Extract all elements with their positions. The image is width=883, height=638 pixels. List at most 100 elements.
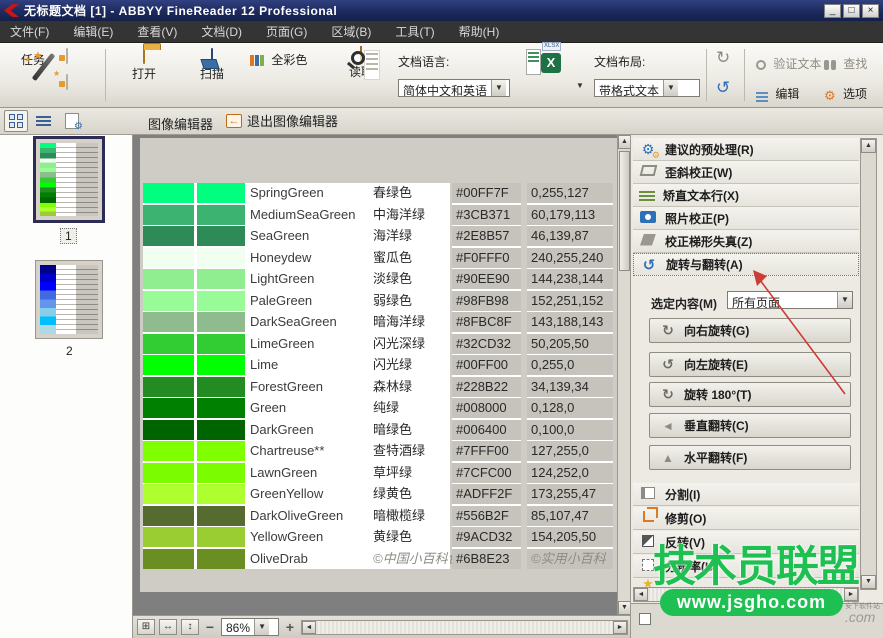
thumbnail-view-button[interactable]: [4, 110, 28, 132]
panel-item-preprocess[interactable]: ⚙建议的预处理(R): [633, 138, 859, 161]
task-button[interactable]: ★★★ 任务: [10, 49, 56, 68]
scroll-up-button[interactable]: ▲: [861, 139, 876, 153]
edit-button[interactable]: 编辑: [756, 85, 799, 102]
flip-horizontal-button[interactable]: ▲水平翻转(F): [649, 445, 851, 470]
menu-area[interactable]: 区域(B): [331, 23, 371, 40]
panel-vertical-scrollbar[interactable]: ▲ ▼: [860, 138, 877, 590]
camera-icon: [639, 211, 657, 226]
save-dropdown-button[interactable]: ▼: [576, 81, 584, 90]
maximize-button[interactable]: □: [843, 4, 860, 18]
find-button[interactable]: 查找: [824, 55, 867, 72]
detail-view-button[interactable]: [31, 110, 55, 132]
menu-page[interactable]: 页面(G): [266, 23, 307, 40]
color-swatch: [197, 226, 245, 246]
selection-value: 所有页面: [728, 292, 837, 308]
table-row: DarkOliveGreen暗橄榄绿#556B2F85,107,47: [140, 506, 617, 526]
menu-help[interactable]: 帮助(H): [459, 23, 500, 40]
zoom-in-button[interactable]: +: [283, 620, 297, 634]
color-rgb: 143,188,143: [527, 312, 613, 332]
selection-dropdown[interactable]: 所有页面 ▼: [727, 291, 853, 309]
menu-view[interactable]: 查看(V): [137, 23, 177, 40]
scan-button[interactable]: 扫描: [182, 49, 242, 82]
rotate-180-button[interactable]: ↻旋转 180°(T): [649, 382, 851, 407]
color-name-cn: ©中国小百科色: [373, 549, 461, 569]
fit-height-button[interactable]: ↕: [181, 619, 199, 635]
page-settings-button[interactable]: [60, 110, 84, 132]
full-color-label: 全彩色: [271, 53, 307, 67]
flip-vertical-button[interactable]: ◄ 垂直翻转(C): [649, 413, 851, 438]
button-label: 垂直翻转(C): [684, 417, 749, 434]
scroll-up-button[interactable]: ▲: [618, 135, 630, 149]
panel-checkbox[interactable]: [639, 613, 651, 625]
options-button[interactable]: ⚙ 选项: [824, 85, 867, 104]
exit-image-editor-button[interactable]: ← 退出图像编辑器: [226, 111, 338, 130]
page-thumbnail-2[interactable]: [35, 260, 103, 339]
panel-item-rotate-flip[interactable]: ↺旋转与翻转(A): [633, 253, 859, 276]
color-swatch: [143, 441, 194, 461]
edit-label: 编辑: [775, 87, 799, 101]
rotate-left-icon: ↺: [660, 356, 676, 373]
menu-file[interactable]: 文件(F): [10, 23, 49, 40]
color-swatch: [143, 355, 194, 375]
doc-layout-dropdown[interactable]: 带格式文本 ▼: [594, 79, 700, 97]
scroll-down-button[interactable]: ▼: [618, 601, 630, 615]
close-button[interactable]: ×: [862, 4, 879, 18]
pages-button[interactable]: [66, 75, 68, 89]
new-page-button[interactable]: [66, 49, 68, 63]
color-name: SpringGreen: [250, 183, 324, 203]
verify-text-button[interactable]: 验证文本: [756, 55, 821, 72]
zoom-out-button[interactable]: −: [203, 620, 217, 634]
page-number-1[interactable]: 1: [60, 228, 77, 244]
panel-item-trapezoid-correction[interactable]: 校正梯形失真(Z): [633, 230, 859, 253]
open-button[interactable]: 打开: [116, 49, 172, 82]
read-button[interactable]: 读取: [338, 47, 384, 80]
save-button[interactable]: X XLSX 保存: [516, 49, 566, 68]
panel-item-crop[interactable]: 修剪(O): [633, 507, 859, 530]
scanned-page-image[interactable]: SpringGreen春绿色#00FF7F0,255,127 MediumSea…: [140, 138, 617, 592]
panel-item-split[interactable]: 分割(I): [633, 483, 859, 506]
fit-page-button[interactable]: ⊞: [137, 619, 155, 635]
table-row: OliveDrab©中国小百科色#6B8E23©实用小百科: [140, 549, 617, 569]
menu-edit[interactable]: 编辑(E): [73, 23, 113, 40]
panel-item-photo-correction[interactable]: 照片校正(P): [633, 207, 859, 230]
page-gear-icon: [65, 113, 79, 129]
canvas-vertical-scrollbar[interactable]: ▲ ▼: [617, 135, 630, 615]
image-editor-canvas[interactable]: SpringGreen春绿色#00FF7F0,255,127 MediumSea…: [133, 135, 630, 615]
undo-button[interactable]: ↺: [716, 79, 730, 96]
pages-icon: [66, 74, 68, 90]
color-rgb: 173,255,47: [527, 484, 613, 504]
page-number-2[interactable]: 2: [62, 344, 77, 358]
open-label: 打开: [116, 65, 172, 82]
scroll-left-button[interactable]: ◄: [302, 621, 316, 634]
menu-tools[interactable]: 工具(T): [395, 23, 434, 40]
panel-item-straighten-lines[interactable]: 矫直文本行(X): [633, 184, 859, 207]
thumbnail-preview: [40, 265, 98, 334]
canvas-horizontal-scrollbar[interactable]: ◄ ►: [301, 620, 628, 635]
minimize-button[interactable]: _: [824, 4, 841, 18]
color-name: LightGreen: [250, 269, 314, 289]
full-color-button[interactable]: 全彩色: [250, 51, 307, 68]
rotate-left-button[interactable]: ↺向左旋转(E): [649, 352, 851, 377]
scroll-right-button[interactable]: ►: [613, 621, 627, 634]
table-row: Lime闪光绿#00FF000,255,0: [140, 355, 617, 375]
color-swatch: [197, 291, 245, 311]
scroll-left-button[interactable]: ◄: [634, 588, 648, 601]
menu-document[interactable]: 文档(D): [201, 23, 242, 40]
find-icon: [824, 60, 836, 70]
color-swatch: [143, 549, 194, 569]
doc-language-dropdown[interactable]: 简体中文和英语 ▼: [398, 79, 510, 97]
flip-vertical-icon: ◄: [660, 419, 676, 433]
page-thumbnail-1[interactable]: [33, 136, 105, 223]
color-swatch: [143, 205, 194, 225]
list-view-icon: [36, 114, 51, 128]
panel-item-deskew[interactable]: 歪斜校正(W): [633, 161, 859, 184]
scrollbar-thumb[interactable]: [619, 151, 630, 271]
color-rgb: 240,255,240: [527, 248, 613, 268]
rotate-right-button[interactable]: ↻向右旋转(G): [649, 318, 851, 343]
doc-layout-label: 文档布局:: [594, 53, 645, 70]
fit-width-button[interactable]: ↔: [159, 619, 177, 635]
zoom-level-dropdown[interactable]: 86% ▼: [221, 618, 279, 636]
pages-panel: 1 2: [0, 135, 133, 638]
button-label: 水平翻转(F): [684, 449, 747, 466]
redo-button[interactable]: ↻: [716, 49, 730, 66]
